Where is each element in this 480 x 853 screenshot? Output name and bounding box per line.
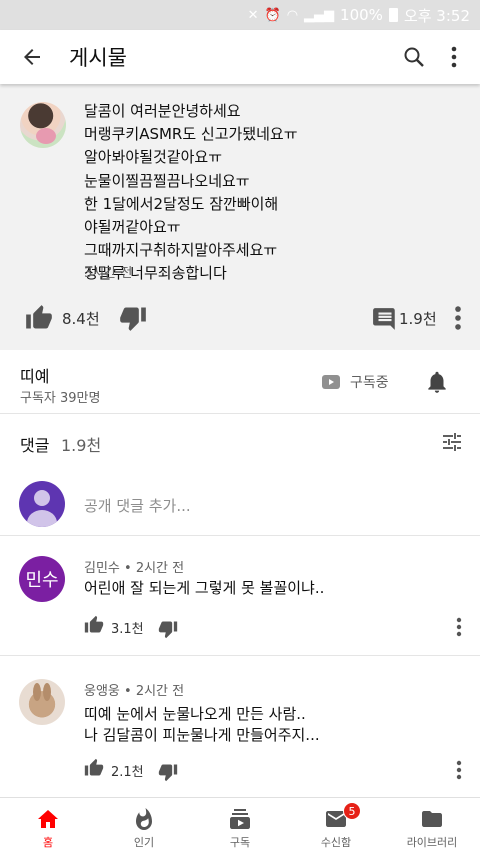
post-line: 머랭쿠키ASMR도 신고가됐네요ㅠ xyxy=(84,125,298,144)
commenter-avatar[interactable] xyxy=(19,679,65,725)
comment-meta: 김민수 • 2시간 전 xyxy=(84,561,185,576)
comment-like-button[interactable] xyxy=(84,615,104,635)
channel-avatar[interactable] xyxy=(20,102,66,148)
status-bar: ✕ ⏰ ◠ ▂▄▆ 100% 오후 3:52 xyxy=(0,0,480,30)
comment-line: 나 김달콤이 피눈물나게 만들어주지... xyxy=(84,726,320,744)
nav-label: 라이브러리 xyxy=(406,836,458,849)
subscribed-label: 구독중 xyxy=(350,375,389,391)
nav-trending[interactable]: 인기 xyxy=(96,798,192,853)
notification-badge: 5 xyxy=(343,802,361,820)
nav-library[interactable]: 라이브러리 xyxy=(384,798,480,853)
post-actions: 8.4천 1.9천 xyxy=(0,300,480,336)
nav-label: 수신함 xyxy=(320,836,352,849)
page-title: 게시물 xyxy=(69,46,127,70)
post-more-icon[interactable] xyxy=(448,304,468,332)
user-avatar xyxy=(19,481,65,527)
comment-item: 웅앵웅 • 2시간 전 띠예 눈에서 눈물나오게 만든 사람.. 나 김달콤이 … xyxy=(0,656,480,796)
comment-item: 민수 김민수 • 2시간 전 어린애 잘 되는게 그렇게 못 볼꼴이냐.. 3.… xyxy=(0,537,480,655)
post-line: 그때까지구취하지말아주세요ㅠ xyxy=(84,241,278,260)
add-comment-input[interactable]: 공개 댓글 추가... xyxy=(84,495,191,516)
search-icon xyxy=(404,47,424,67)
folder-icon xyxy=(422,811,442,827)
comment-like-button[interactable] xyxy=(84,758,104,778)
channel-name[interactable]: 띠예 xyxy=(20,363,49,387)
like-button[interactable] xyxy=(24,304,54,332)
more-options-button[interactable] xyxy=(434,37,474,77)
post-line: 알아봐야될것같아요ㅠ xyxy=(84,148,223,167)
flower-icon xyxy=(36,128,56,144)
mute-icon: ✕ xyxy=(247,7,259,23)
post-line: 달콤이 여러분안녕하세요 xyxy=(84,102,241,120)
post-line: 눈물이찔끔찔끔나오네요ㅠ xyxy=(84,171,250,190)
commenter-avatar[interactable]: 민수 xyxy=(19,556,65,602)
comment-dislike-button[interactable] xyxy=(158,762,178,782)
comment-like-count: 3.1천 xyxy=(111,622,144,637)
comment-like-count: 2.1천 xyxy=(111,765,144,780)
comments-count: 1.9천 xyxy=(61,436,102,455)
back-button[interactable] xyxy=(12,37,52,77)
channel-row: 띠예 구독자 39만명 구독중 xyxy=(0,350,480,414)
alarm-icon: ⏰ xyxy=(264,7,281,23)
post-line: 야될꺼같아요ㅠ xyxy=(84,218,181,237)
nav-label: 인기 xyxy=(133,836,155,849)
nav-home[interactable]: 홈 xyxy=(0,798,96,853)
more-vert-icon xyxy=(451,46,457,68)
add-comment-row: 공개 댓글 추가... xyxy=(0,470,480,536)
signal-icon: ▂▄▆ xyxy=(304,7,335,23)
comment-meta: 웅앵웅 • 2시간 전 xyxy=(84,684,185,699)
comment-count[interactable]: 1.9천 xyxy=(399,308,437,329)
comment-text: 어린애 잘 되는게 그렇게 못 볼꼴이냐.. xyxy=(84,578,324,599)
status-time: 오후 3:52 xyxy=(403,6,470,25)
nav-subscriptions[interactable]: 구독 xyxy=(192,798,288,853)
app-bar: 게시물 xyxy=(0,30,480,84)
post-text: 달콤이 여러분안녕하세요 머랭쿠키ASMR도 신고가됐네요ㅠ 알아봐야될것같아요… xyxy=(84,100,464,286)
flame-icon xyxy=(136,808,152,830)
dislike-button[interactable] xyxy=(118,304,148,332)
like-count: 8.4천 xyxy=(62,310,100,328)
post-line: 정말루 너무죄송합니다 xyxy=(84,264,227,283)
comment-line: 띠예 눈에서 눈물나오게 만든 사람.. xyxy=(84,705,306,723)
subscriber-count: 구독자 39만명 xyxy=(20,391,101,406)
wifi-icon: ◠ xyxy=(286,7,299,23)
bell-icon[interactable] xyxy=(424,368,450,396)
nav-label: 홈 xyxy=(42,836,54,849)
nav-inbox[interactable]: 5 수신함 xyxy=(288,798,384,853)
comments-header: 댓글 1.9천 xyxy=(0,414,480,470)
comment-more-icon[interactable] xyxy=(452,616,466,638)
nav-label: 구독 xyxy=(229,836,251,849)
subscribed-button[interactable]: 구독중 xyxy=(322,370,389,394)
battery-icon xyxy=(388,8,398,22)
battery-percent: 100% xyxy=(340,6,383,24)
comment-dislike-button[interactable] xyxy=(158,619,178,639)
comments-label: 댓글 xyxy=(20,436,50,455)
home-icon xyxy=(38,810,58,828)
comment-icon[interactable] xyxy=(372,306,398,332)
post-line: 한 1달에서2달정도 잠깐빠이해 xyxy=(84,194,279,213)
youtube-subscribed-icon xyxy=(322,375,340,389)
bottom-nav: 홈 인기 구독 5 수신함 라이브러리 xyxy=(0,797,480,853)
post-time: 3시간 전 xyxy=(84,266,133,281)
comment-line: 어린애 잘 되는게 그렇게 못 볼꼴이냐.. xyxy=(84,579,325,597)
back-arrow-icon xyxy=(24,49,40,65)
search-button[interactable] xyxy=(394,37,434,77)
comment-text: 띠예 눈에서 눈물나오게 만든 사람.. 나 김달콤이 피눈물나게 만들어주지.… xyxy=(84,704,320,746)
sort-icon[interactable] xyxy=(440,430,464,454)
comment-more-icon[interactable] xyxy=(452,759,466,781)
subscriptions-icon xyxy=(230,809,250,829)
community-post: 달콤이 여러분안녕하세요 머랭쿠키ASMR도 신고가됐네요ㅠ 알아봐야될것같아요… xyxy=(0,84,480,350)
